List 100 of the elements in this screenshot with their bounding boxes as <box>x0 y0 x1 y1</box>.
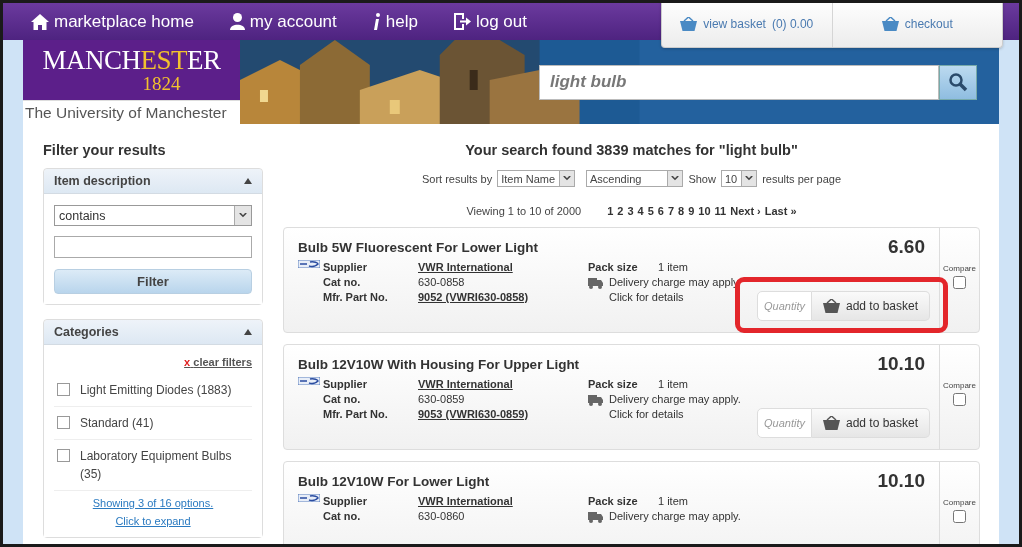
compare-label: Compare <box>943 381 976 390</box>
view-basket-link[interactable]: view basket (0) 0.00 <box>662 3 832 47</box>
cat-no: 630-0860 <box>418 509 466 524</box>
nav-label: my account <box>249 11 337 32</box>
cat-no-label: Cat no. <box>323 275 362 290</box>
supplier-link[interactable]: VWR International <box>418 494 588 509</box>
category-checkbox[interactable] <box>57 449 70 462</box>
supplier-logo-icon <box>298 260 320 268</box>
category-label: Light Emitting Diodes (1883) <box>80 382 232 399</box>
product-title[interactable]: Bulb 12V10W With Housing For Upper Light <box>298 356 580 372</box>
details-link[interactable]: Click for details <box>609 407 741 422</box>
page-link[interactable]: 11 <box>714 205 727 217</box>
pack-size-label: Pack size <box>588 494 639 509</box>
match-select[interactable]: contains <box>54 205 252 226</box>
cat-no: 630-0858 <box>418 275 466 290</box>
basket-icon <box>822 299 840 313</box>
category-label: Laboratory Equipment Bulbs (35) <box>80 448 233 483</box>
supplier-label: Supplier <box>323 260 368 275</box>
cat-no: 630-0859 <box>418 392 466 407</box>
product-title[interactable]: Bulb 5W Fluorescent For Lower Light <box>298 239 538 255</box>
search-icon <box>948 72 968 92</box>
quantity-field[interactable]: Quantity <box>757 291 812 321</box>
expand-link[interactable]: Click to expand <box>54 515 252 527</box>
supplier-logo-icon <box>298 494 320 502</box>
dropdown-icon <box>563 176 572 181</box>
filter-input[interactable] <box>54 236 252 258</box>
collapse-icon[interactable] <box>244 178 252 184</box>
page-link[interactable]: 8 <box>678 205 685 217</box>
per-page-select[interactable]: 10 <box>720 170 758 187</box>
viewing-range: Viewing 1 to 10 of 2000 <box>466 205 582 217</box>
pack-size-label: Pack size <box>588 260 639 275</box>
logo-year: 1824 <box>142 74 181 94</box>
page-link[interactable]: 1 <box>607 205 614 217</box>
supplier-link[interactable]: VWR International <box>418 377 588 392</box>
per-page-label: results per page <box>762 172 842 185</box>
person-icon <box>229 13 245 30</box>
page-link[interactable]: 2 <box>617 205 624 217</box>
compare-checkbox[interactable] <box>953 393 966 406</box>
supplier-logo-icon <box>298 377 320 385</box>
basket-icon <box>680 16 698 31</box>
mfr-part-link[interactable]: 9052 (VWRI630-0858) <box>418 290 588 305</box>
clear-filters-link[interactable]: x clear filters <box>184 356 252 368</box>
nav-link[interactable]: log out <box>453 11 527 32</box>
product-price: 10.10 <box>877 470 925 492</box>
panel-header[interactable]: Item description <box>44 169 262 194</box>
supplier-label: Supplier <box>323 377 368 392</box>
nav-label: log out <box>475 11 527 32</box>
product-price: 6.60 <box>888 236 925 258</box>
order-select[interactable]: Ascending <box>586 170 684 187</box>
supplier-label: Supplier <box>323 494 368 509</box>
truck-icon <box>588 395 603 406</box>
cat-no-label: Cat no. <box>323 392 362 407</box>
product-title[interactable]: Bulb 12V10W For Lower Light <box>298 473 490 489</box>
results-heading: Your search found 3839 matches for "light bulb" <box>465 142 798 158</box>
nav-label: help <box>385 11 418 32</box>
cat-no-label: Cat no. <box>323 509 362 524</box>
mfr-part-label: Mfr. Part No. <box>323 290 389 305</box>
page-link[interactable]: 5 <box>647 205 654 217</box>
filter-button[interactable]: Filter <box>54 269 252 294</box>
collapse-icon[interactable] <box>244 329 252 335</box>
page-link[interactable]: 6 <box>657 205 664 217</box>
quantity-field[interactable]: Quantity <box>757 408 812 438</box>
compare-checkbox[interactable] <box>953 276 966 289</box>
showing-options-link[interactable]: Showing 3 of 16 options. <box>54 497 252 509</box>
page-link[interactable]: 10 <box>698 205 711 217</box>
sort-select[interactable]: Item Name <box>497 170 576 187</box>
category-checkbox[interactable] <box>57 416 70 429</box>
search-button[interactable] <box>939 64 977 100</box>
nav-link[interactable]: help <box>372 11 418 32</box>
search-field[interactable]: light bulb <box>539 64 939 100</box>
add-to-basket-button[interactable]: add to basket <box>812 408 930 438</box>
last-link[interactable]: Last » <box>764 205 797 217</box>
details-link[interactable]: Click for details <box>609 290 739 305</box>
home-icon <box>31 13 49 30</box>
next-link[interactable]: Next › <box>730 205 761 217</box>
compare-checkbox[interactable] <box>953 510 966 523</box>
product-price: 10.10 <box>877 353 925 375</box>
panel-header[interactable]: Categories <box>44 320 262 345</box>
page-link[interactable]: 7 <box>667 205 675 217</box>
add-to-basket-button[interactable]: add to basket <box>812 291 930 321</box>
sort-label: Sort results by <box>421 172 493 185</box>
category-label: Standard (41) <box>80 415 154 432</box>
compare-label: Compare <box>943 264 976 273</box>
mfr-part-link[interactable]: 9053 (VWRI630-0859) <box>418 407 588 422</box>
page-link[interactable]: 3 <box>627 205 634 217</box>
pack-size: 1 item <box>658 260 689 275</box>
nav-link[interactable]: my account <box>229 11 337 32</box>
show-label: Show <box>688 172 716 185</box>
category-checkbox[interactable] <box>57 383 70 396</box>
page-link[interactable]: 9 <box>688 205 695 217</box>
compare-label: Compare <box>943 498 976 507</box>
page-link[interactable]: 4 <box>637 205 644 217</box>
truck-icon <box>588 512 603 523</box>
pack-size: 1 item <box>658 377 689 392</box>
checkout-link[interactable]: checkout <box>832 3 1002 47</box>
delivery-note: Delivery charge may apply. <box>609 392 741 407</box>
delivery-note: Delivery charge may apply. <box>609 509 741 524</box>
pack-size: 1 item <box>658 494 689 509</box>
mfr-part-label: Mfr. Part No. <box>323 407 389 422</box>
supplier-link[interactable]: VWR International <box>418 260 588 275</box>
